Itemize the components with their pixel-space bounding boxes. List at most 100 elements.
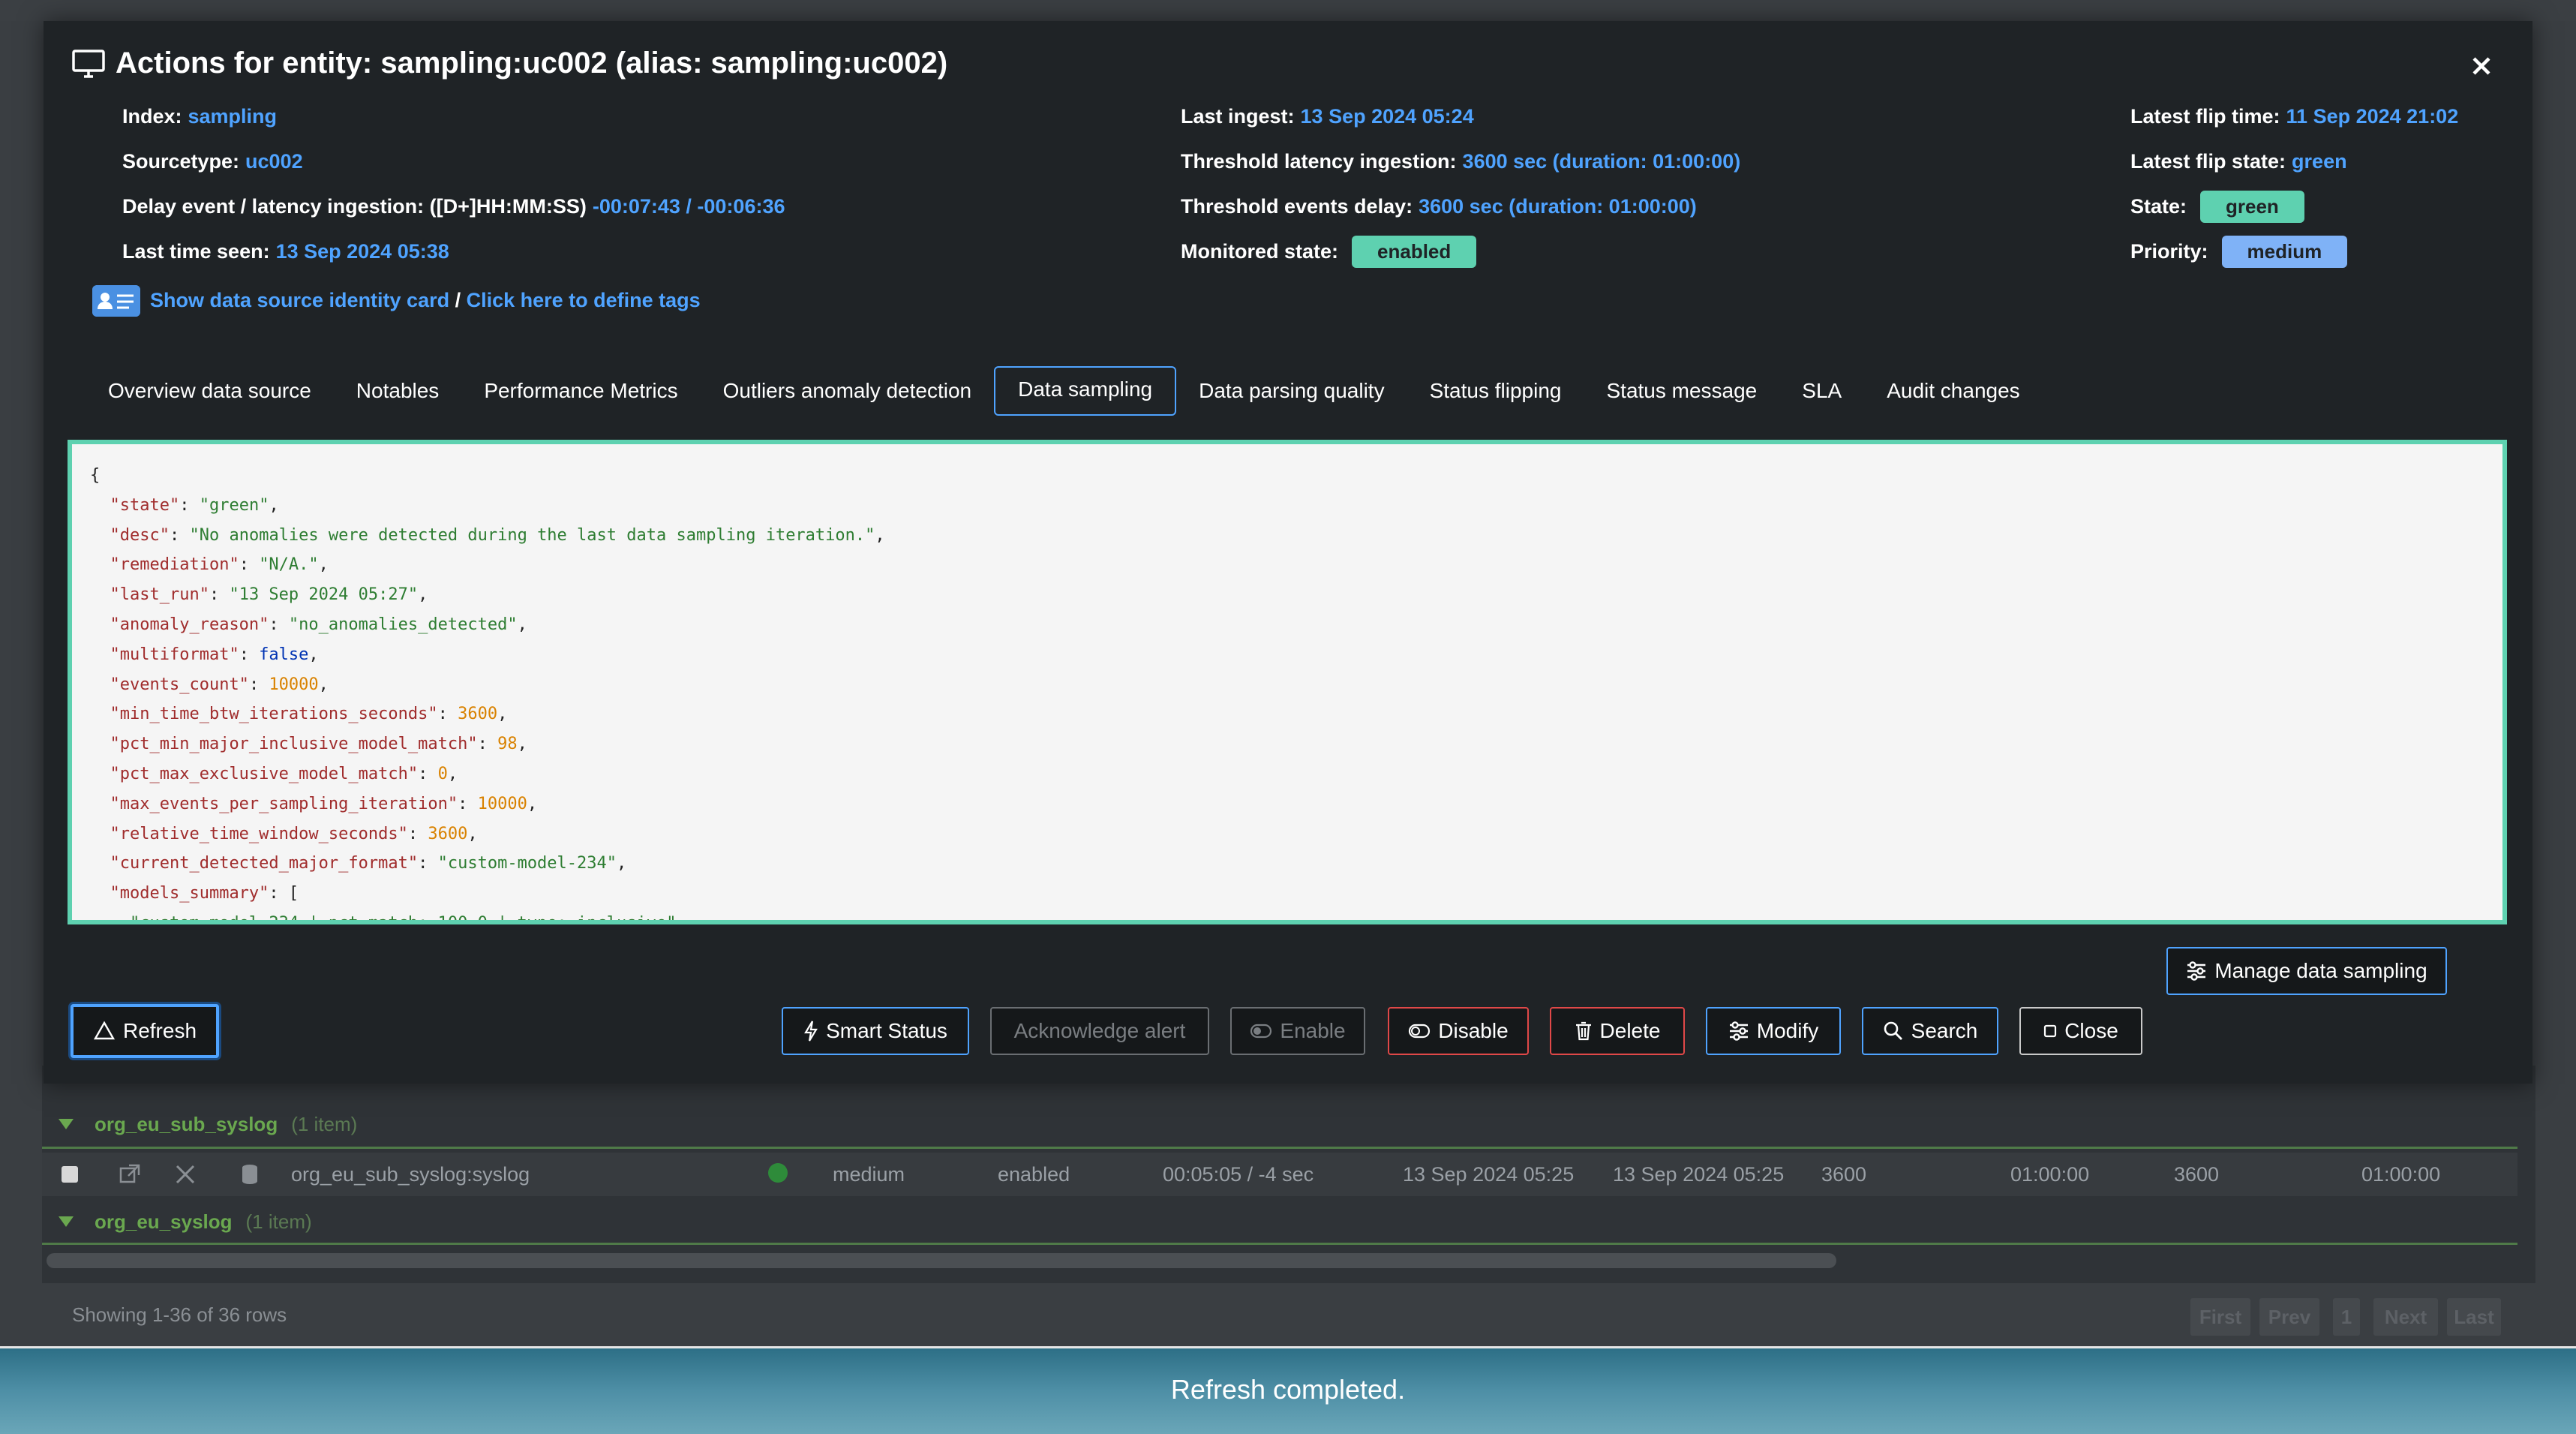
- id-card-icon[interactable]: [92, 285, 140, 317]
- toggle-off-icon: [1409, 1024, 1431, 1039]
- json-line: "relative_time_window_seconds": 3600,: [110, 824, 478, 843]
- info-last-ingest: Last ingest: 13 Sep 2024 05:24: [1181, 105, 1474, 128]
- lightning-icon: [804, 1021, 818, 1042]
- toggle-on-icon: [1250, 1024, 1272, 1039]
- tab-audit-changes[interactable]: Audit changes: [1864, 368, 2042, 414]
- monitored-state-badge: enabled: [1352, 236, 1477, 268]
- info-priority: Priority: medium: [2130, 236, 2348, 268]
- index-link[interactable]: sampling: [188, 105, 278, 128]
- close-button[interactable]: Close: [2019, 1007, 2142, 1055]
- json-content: { "state": "green", "desc": "No anomalie…: [72, 444, 2502, 924]
- acknowledge-alert-button[interactable]: Acknowledge alert: [990, 1007, 1209, 1055]
- sliders-icon: [2187, 961, 2206, 981]
- tools-icon[interactable]: [174, 1163, 197, 1186]
- json-line: "models_summary": [: [110, 884, 299, 903]
- tab-sla[interactable]: SLA: [1779, 368, 1864, 414]
- info-state: State: green: [2130, 191, 2304, 223]
- identity-card-link[interactable]: Show data source identity card: [150, 289, 449, 311]
- json-line: "pct_min_major_inclusive_model_match": 9…: [110, 735, 527, 754]
- json-line: {: [90, 466, 101, 485]
- row-priority: medium: [833, 1163, 905, 1186]
- json-line: "remediation": "N/A.",: [110, 555, 329, 575]
- modal-title-text: Actions for entity: sampling:uc002 (alia…: [116, 47, 948, 80]
- json-line: "custom-model-234 | pct_match: 100.0 | t…: [129, 913, 677, 924]
- close-icon[interactable]: [2468, 53, 2495, 80]
- manage-data-sampling-label: Manage data sampling: [2214, 959, 2427, 982]
- open-external-icon[interactable]: [119, 1163, 141, 1186]
- disable-button[interactable]: Disable: [1388, 1007, 1529, 1055]
- enable-button[interactable]: Enable: [1230, 1007, 1365, 1055]
- pager-next[interactable]: Next: [2373, 1298, 2438, 1336]
- modify-label: Modify: [1756, 1019, 1819, 1042]
- sourcetype-link[interactable]: uc002: [245, 150, 303, 173]
- search-icon: [1884, 1021, 1902, 1040]
- info-flip-time: Latest flip time: 11 Sep 2024 21:02: [2130, 105, 2459, 128]
- smart-status-label: Smart Status: [826, 1019, 947, 1042]
- pager-last[interactable]: Last: [2447, 1298, 2501, 1336]
- json-line: "last_run": "13 Sep 2024 05:27",: [110, 585, 428, 605]
- row-checkbox[interactable]: [62, 1166, 78, 1183]
- row-threshold-1: 3600: [1821, 1163, 1867, 1186]
- json-line: "min_time_btw_iterations_seconds": 3600,: [110, 705, 508, 724]
- row-delay: 00:05:05 / -4 sec: [1163, 1163, 1314, 1186]
- square-icon: [2044, 1024, 2057, 1038]
- group-divider: [42, 1243, 2517, 1245]
- search-button[interactable]: Search: [1862, 1007, 1998, 1055]
- tab-notables[interactable]: Notables: [334, 368, 462, 414]
- monitor-icon: [72, 49, 105, 78]
- tab-data-parsing-quality[interactable]: Data parsing quality: [1176, 368, 1407, 414]
- refresh-button[interactable]: Refresh: [71, 1004, 219, 1058]
- toast-message: Refresh completed.: [1170, 1374, 1406, 1405]
- expand-triangle-icon[interactable]: [59, 1216, 74, 1227]
- tab-overview-data-source[interactable]: Overview data source: [86, 368, 334, 414]
- json-line: "pct_max_exclusive_model_match": 0,: [110, 764, 458, 783]
- status-dot: [768, 1163, 788, 1183]
- json-line: "max_events_per_sampling_iteration": 100…: [110, 794, 538, 813]
- info-threshold-events: Threshold events delay: 3600 sec (duratio…: [1181, 195, 1697, 218]
- row-duration-2: 01:00:00: [2361, 1163, 2441, 1186]
- recycle-icon: [93, 1021, 116, 1040]
- disable-label: Disable: [1438, 1019, 1509, 1042]
- smart-status-button[interactable]: Smart Status: [782, 1007, 969, 1055]
- row-monitored: enabled: [998, 1163, 1070, 1186]
- define-tags-link[interactable]: Click here to define tags: [467, 289, 701, 311]
- pager-first[interactable]: First: [2190, 1298, 2250, 1336]
- background-top-strip: [0, 0, 2576, 21]
- delete-button[interactable]: Delete: [1550, 1007, 1685, 1055]
- sliders-icon: [1729, 1021, 1748, 1041]
- info-flip-state: Latest flip state: green: [2130, 150, 2347, 173]
- tab-status-flipping[interactable]: Status flipping: [1407, 368, 1584, 414]
- group-count: (1 item): [291, 1112, 358, 1135]
- group-name: org_eu_syslog: [95, 1210, 233, 1233]
- horizontal-scrollbar[interactable]: [47, 1253, 1836, 1268]
- row-entity: org_eu_sub_syslog:syslog: [291, 1163, 530, 1186]
- table-row[interactable]: org_eu_sub_syslog:syslog medium enabled …: [42, 1153, 2517, 1196]
- info-monitored-state: Monitored state: enabled: [1181, 236, 1477, 268]
- json-line: "anomaly_reason": "no_anomalies_detected…: [110, 615, 527, 634]
- info-last-seen: Last time seen: 13 Sep 2024 05:38: [122, 240, 449, 263]
- tab-outliers-anomaly-detection[interactable]: Outliers anomaly detection: [701, 368, 995, 414]
- rows-summary: Showing 1-36 of 36 rows: [72, 1303, 287, 1326]
- group-name: org_eu_sub_syslog: [95, 1112, 278, 1135]
- tab-data-sampling[interactable]: Data sampling: [994, 366, 1177, 416]
- row-duration-1: 01:00:00: [2010, 1163, 2090, 1186]
- pager-page[interactable]: 1: [2333, 1298, 2360, 1336]
- info-index: Index: sampling: [122, 105, 278, 128]
- modal-title: Actions for entity: sampling:uc002 (alia…: [72, 47, 947, 80]
- expand-triangle-icon[interactable]: [59, 1119, 74, 1129]
- acknowledge-label: Acknowledge alert: [1013, 1019, 1186, 1042]
- modify-button[interactable]: Modify: [1706, 1007, 1841, 1055]
- json-viewer[interactable]: { "state": "green", "desc": "No anomalie…: [68, 440, 2507, 924]
- tab-bar: Overview data source Notables Performance …: [86, 366, 2043, 416]
- json-line: "events_count": 10000,: [110, 675, 329, 694]
- group-row-org-eu-syslog[interactable]: org_eu_syslog (1 item): [42, 1199, 2517, 1244]
- tab-status-message[interactable]: Status message: [1584, 368, 1779, 414]
- tab-performance-metrics[interactable]: Performance Metrics: [461, 368, 700, 414]
- pager-prev[interactable]: Prev: [2259, 1298, 2319, 1336]
- group-row-org-eu-sub-syslog[interactable]: org_eu_sub_syslog (1 item): [42, 1102, 2517, 1147]
- close-label: Close: [2064, 1019, 2118, 1042]
- trash-icon: [1575, 1021, 1591, 1041]
- enable-label: Enable: [1280, 1019, 1346, 1042]
- manage-data-sampling-button[interactable]: Manage data sampling: [2166, 947, 2447, 995]
- json-line: "current_detected_major_format": "custom…: [110, 854, 627, 873]
